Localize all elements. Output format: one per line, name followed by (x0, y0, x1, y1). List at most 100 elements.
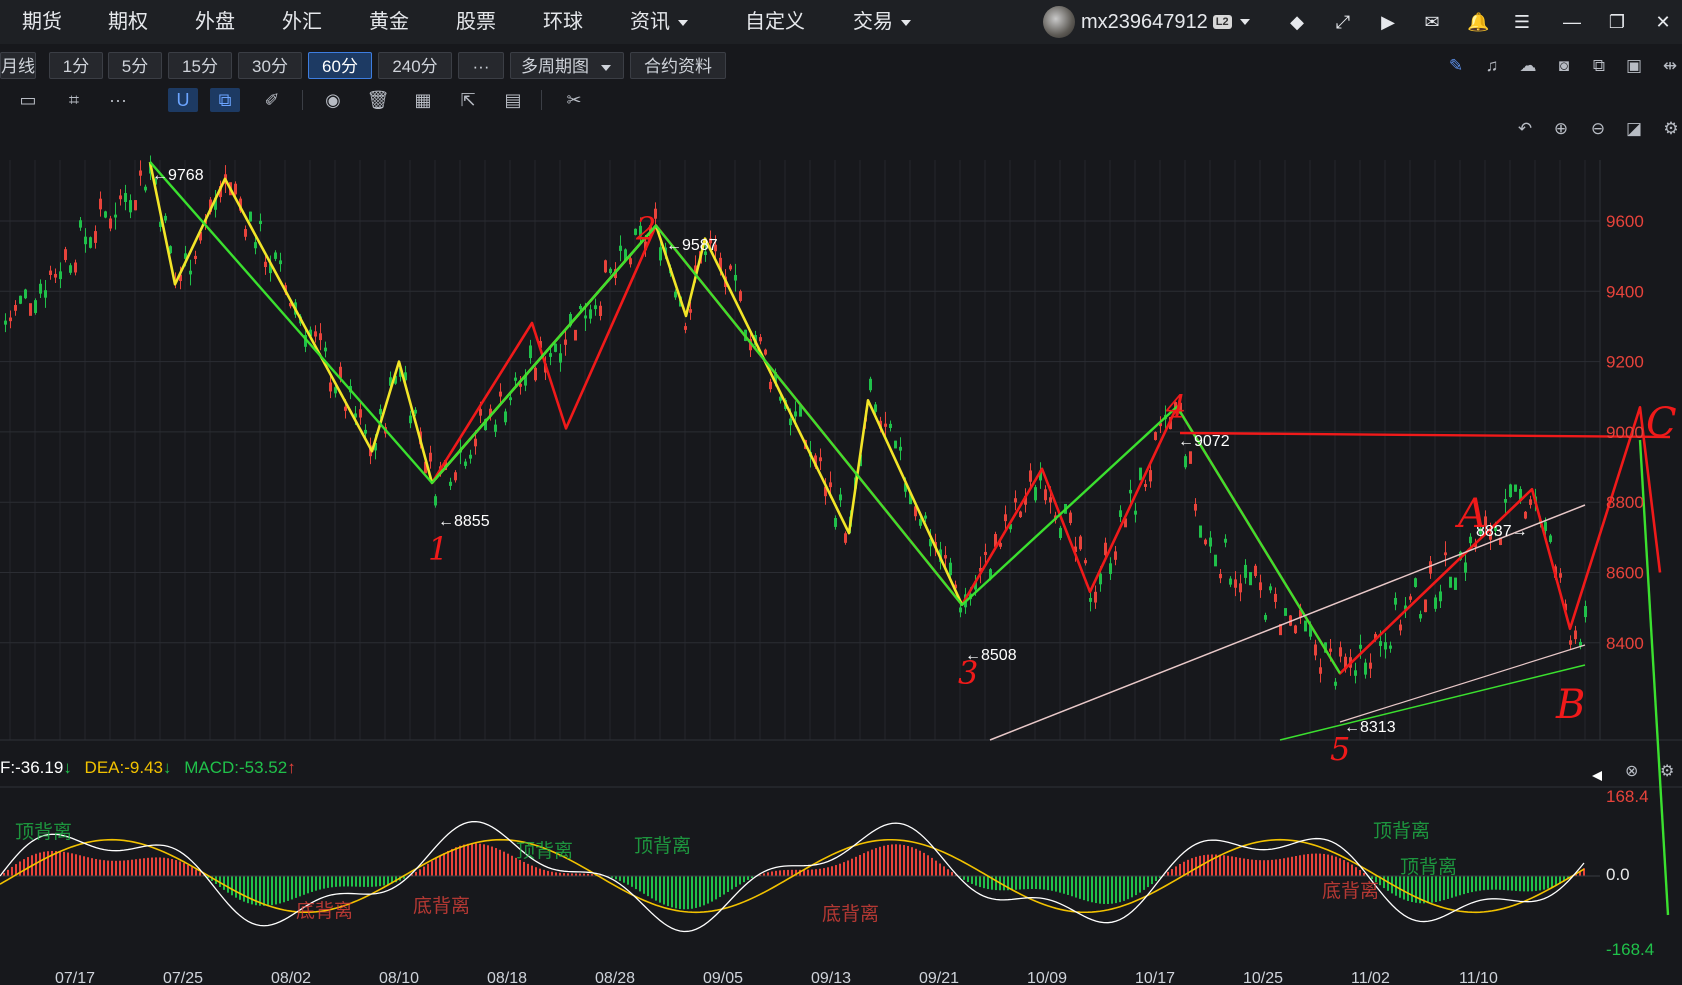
candle (1394, 597, 1397, 605)
candle (564, 339, 567, 345)
candle (259, 220, 262, 225)
candle (844, 533, 847, 543)
candle (104, 211, 107, 218)
magnet-icon[interactable]: U (168, 88, 198, 112)
candle (9, 317, 12, 322)
period-monthly[interactable]: 月线 (0, 52, 36, 79)
candle (1419, 614, 1422, 619)
candle (1214, 554, 1217, 567)
candle (894, 440, 897, 449)
period-240min[interactable]: 240分 (378, 52, 452, 79)
candle (1449, 576, 1452, 588)
candle (984, 551, 987, 556)
mail-icon[interactable]: ✉ (1421, 11, 1443, 33)
candle (29, 303, 32, 316)
candle (659, 247, 662, 261)
candle (69, 265, 72, 273)
candle (19, 295, 22, 304)
period-1min[interactable]: 1分 (49, 52, 103, 79)
candle (1129, 489, 1132, 494)
arrow-down-icon: ↓ (162, 758, 172, 777)
candle (279, 260, 282, 265)
layers-icon[interactable]: ◆ (1286, 11, 1308, 33)
candle (1574, 630, 1577, 640)
extreme-price-label: ←8855 (438, 513, 490, 530)
list-icon[interactable]: ☰ (1511, 11, 1533, 33)
candle (1314, 644, 1317, 656)
extreme-price-label: ←9768 (152, 167, 204, 184)
candle (1529, 499, 1532, 505)
candle (494, 424, 497, 432)
price-tick-label: 8400 (1606, 634, 1644, 653)
candle (1329, 648, 1332, 652)
avatar (1043, 6, 1075, 38)
nav-news[interactable]: 资讯 (630, 0, 688, 44)
nav-futures[interactable]: 期货 (22, 0, 62, 44)
candle (254, 242, 257, 249)
cloud-icon[interactable]: ☁ (1518, 56, 1538, 76)
nav-foreign-market[interactable]: 外盘 (195, 0, 235, 44)
bell-icon[interactable]: 🔔 (1467, 11, 1489, 33)
period-60min[interactable]: 60分 (308, 52, 372, 79)
wave-mark: B (1555, 682, 1585, 728)
eye-icon[interactable]: ◉ (321, 88, 345, 112)
draw-pen-icon[interactable]: ✐ (260, 88, 284, 112)
ruler-icon[interactable]: ✂ (562, 88, 586, 112)
settings-icon[interactable]: ⚙ (1660, 118, 1682, 140)
more-periods-button[interactable]: ··· (458, 52, 504, 79)
minimize-icon[interactable]: — (1561, 11, 1583, 33)
trash-icon[interactable]: 🗑 (366, 88, 390, 112)
candle (1334, 681, 1337, 686)
candle (1194, 503, 1197, 511)
overlay-icon[interactable]: ⧉ (210, 88, 240, 112)
candle (839, 494, 842, 501)
nav-gold[interactable]: 黄金 (369, 0, 409, 44)
camera-icon[interactable]: ◙ (1554, 56, 1574, 76)
undo-icon[interactable]: ↶ (1514, 118, 1536, 140)
grid-icon[interactable]: ▦ (411, 88, 435, 112)
candle (1389, 645, 1392, 649)
price-chart[interactable]: ←9768←9587←8855←8508←9072←83138837→21345… (0, 140, 1682, 985)
candle (139, 170, 142, 176)
resistance-line (1179, 431, 1671, 439)
alert-bell-icon[interactable]: ♫ (1482, 56, 1502, 76)
comment-icon[interactable]: ▭ (16, 88, 40, 112)
candle (1354, 670, 1357, 676)
layout-icon[interactable]: ◪ (1623, 118, 1645, 140)
zoom-in-icon[interactable]: ⊕ (1550, 118, 1572, 140)
nav-trade[interactable]: 交易 (853, 0, 911, 44)
candle (134, 200, 137, 211)
restore-icon[interactable]: ❐ (1606, 11, 1628, 33)
export-icon[interactable]: ⇱ (456, 88, 480, 112)
nav-options[interactable]: 期权 (108, 0, 148, 44)
close-icon[interactable]: ✕ (1652, 11, 1674, 33)
candle (54, 273, 57, 278)
candle (589, 309, 592, 319)
candle (739, 291, 742, 301)
nav-global[interactable]: 环球 (543, 0, 583, 44)
pencil-icon[interactable]: ✎ (1446, 56, 1466, 76)
video-icon[interactable]: ▶ (1377, 11, 1399, 33)
monitor-icon[interactable]: ▣ (1624, 56, 1644, 76)
period-5min[interactable]: 5分 (108, 52, 162, 79)
period-30min[interactable]: 30分 (238, 52, 302, 79)
copy-icon[interactable]: ⧉ (1589, 56, 1609, 76)
nav-stocks[interactable]: 股票 (456, 0, 496, 44)
contract-info-button[interactable]: 合约资料 (630, 52, 726, 79)
note-icon[interactable]: ▤ (501, 88, 525, 112)
nav-custom[interactable]: 自定义 (745, 0, 805, 44)
expand-icon[interactable]: ⤢ (1332, 11, 1354, 33)
more-icon[interactable]: ··· (106, 88, 130, 112)
period-15min[interactable]: 15分 (168, 52, 232, 79)
candle (1239, 583, 1242, 593)
split-icon[interactable]: ⇹ (1660, 56, 1680, 76)
candle (1234, 579, 1237, 588)
multi-period-dropdown[interactable]: 多周期图 (510, 52, 624, 79)
user-menu[interactable]: mx239647912 L2 (1043, 6, 1250, 38)
zoom-out-icon[interactable]: ⊖ (1587, 118, 1609, 140)
candle (834, 518, 837, 527)
candle (1109, 563, 1112, 574)
chevron-down-icon (601, 64, 611, 71)
crop-icon[interactable]: ⌗ (62, 88, 86, 112)
nav-forex[interactable]: 外汇 (282, 0, 322, 44)
